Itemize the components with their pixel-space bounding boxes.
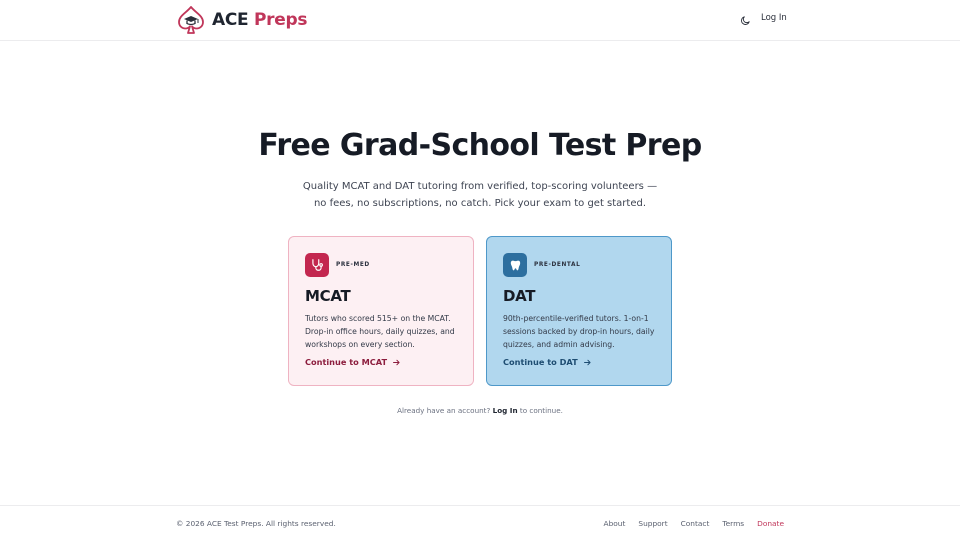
dat-card-title: DAT <box>503 287 536 305</box>
dat-card[interactable]: PRE-DENTAL DAT 90th-percentile-verified … <box>486 236 672 386</box>
mcat-card[interactable]: PRE-MED MCAT Tutors who scored 515+ on t… <box>288 236 474 386</box>
continue-to-mcat-link[interactable]: Continue to MCAT <box>305 357 401 367</box>
brand-name-ace: ACE <box>212 10 249 30</box>
mcat-card-tag: PRE-MED <box>336 262 370 268</box>
spade-graduation-cap-icon <box>178 6 204 34</box>
brand-logo[interactable]: ACE Preps <box>176 5 307 35</box>
brand-name-preps: Preps <box>253 10 308 30</box>
continue-to-dat-link[interactable]: Continue to DAT <box>503 357 592 367</box>
inline-login-link[interactable]: Log In <box>493 406 518 415</box>
subtitle-line-1: Quality MCAT and DAT tutoring from verif… <box>302 181 658 192</box>
page-title: Free Grad-School Test Prep <box>258 128 702 163</box>
theme-toggle-button[interactable] <box>736 11 754 29</box>
account-prompt-suffix: to continue. <box>519 406 563 415</box>
copyright-text: © 2026 ACE Test Preps. All rights reserv… <box>176 519 336 528</box>
tooth-icon <box>510 260 520 270</box>
footer-link-donate[interactable]: Donate <box>757 519 784 528</box>
footer-link-about[interactable]: About <box>604 519 626 528</box>
top-header: ACE Preps Log In <box>0 0 960 41</box>
footer-link-support[interactable]: Support <box>638 519 667 528</box>
dat-icon-badge <box>503 253 527 277</box>
arrow-right-icon <box>583 359 591 365</box>
moon-icon <box>740 15 750 25</box>
footer-link-terms[interactable]: Terms <box>722 519 744 528</box>
footer-link-contact[interactable]: Contact <box>681 519 710 528</box>
footer-links: About Support Contact Terms Donate <box>604 519 784 528</box>
dat-card-description: 90th-percentile-verified tutors. 1-on-1 … <box>503 314 655 349</box>
header-login-link[interactable]: Log In <box>761 13 787 23</box>
page-footer: © 2026 ACE Test Preps. All rights reserv… <box>0 505 960 540</box>
continue-to-mcat-label: Continue to MCAT <box>305 357 388 367</box>
stethoscope-icon <box>312 259 323 271</box>
continue-to-dat-label: Continue to DAT <box>503 357 578 367</box>
account-prompt-prefix: Already have an account? <box>397 406 491 415</box>
mcat-card-title: MCAT <box>305 287 351 305</box>
mcat-icon-badge <box>305 253 329 277</box>
existing-account-prompt: Already have an account? Log In to conti… <box>0 406 960 415</box>
subtitle-line-2: no fees, no subscriptions, no catch. Pic… <box>313 197 647 209</box>
mcat-card-description: Tutors who scored 515+ on the MCAT. Drop… <box>305 314 455 349</box>
page-subtitle: Quality MCAT and DAT tutoring from verif… <box>280 179 680 212</box>
dat-card-tag: PRE-DENTAL <box>534 262 581 268</box>
arrow-right-icon <box>393 359 400 365</box>
